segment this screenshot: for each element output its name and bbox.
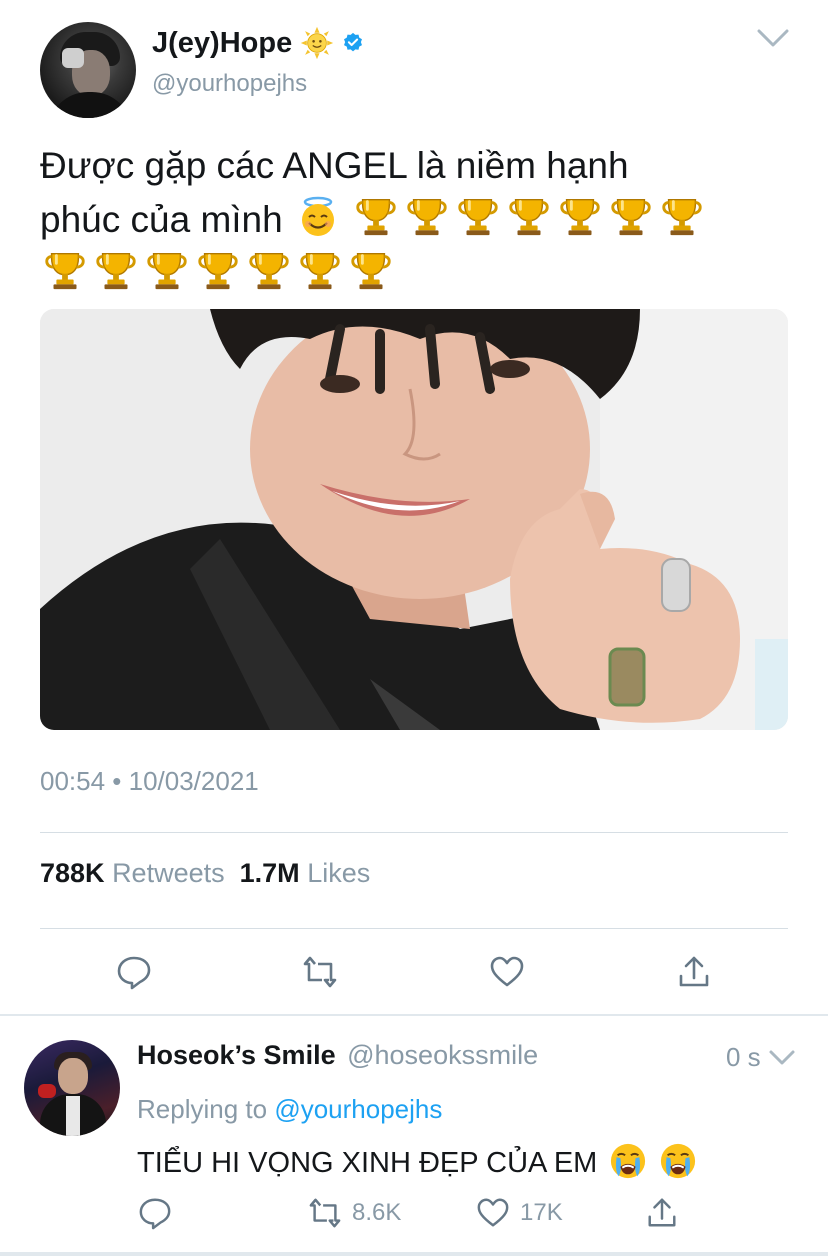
trophy-icon [659,192,705,238]
loudly-crying-face-icon [609,1142,647,1180]
likes-count: 1.7M [239,858,300,888]
reply-retweet-button[interactable]: 8.6K [308,1196,401,1230]
reply-author-handle[interactable]: @hoseokssmile [347,1040,538,1070]
trophy-icon [246,246,292,292]
share-icon [648,1198,676,1227]
retweets-stat[interactable]: 788K Retweets [40,858,225,888]
reply-author-name[interactable]: Hoseok’s Smile [137,1040,336,1070]
reply-icon [139,1198,171,1230]
like-icon[interactable] [489,954,525,990]
sun-with-face-icon [301,26,334,60]
reply-author-row: Hoseok’s Smile @hoseokssmile [137,1040,538,1071]
likes-stat[interactable]: 1.7M Likes [240,858,371,888]
chevron-down-icon[interactable] [768,1048,796,1068]
trophy-icon [353,192,399,238]
like-icon [477,1198,509,1227]
divider [40,832,788,833]
trophy-icon [42,246,88,292]
reply-share-button[interactable] [645,1196,679,1230]
tweet-text-line-2: phúc của mình [40,199,283,240]
trophy-icon [455,192,501,238]
section-divider [0,1014,828,1016]
reply-retweet-count: 8.6K [352,1199,402,1226]
smiling-face-with-halo-icon [302,196,334,236]
reply-like-button[interactable]: 17K [476,1196,563,1230]
retweet-icon [309,1198,341,1228]
trophy-icon [195,246,241,292]
replying-to-prefix: Replying to [137,1094,268,1124]
trophy-icon [93,246,139,292]
author-name-row: J(ey)Hope [152,26,364,60]
loudly-crying-face-icon [659,1142,697,1180]
share-icon[interactable] [676,954,712,990]
retweets-label: Retweets [112,858,225,888]
reply-like-count: 17K [520,1199,563,1226]
likes-label: Likes [307,858,371,888]
tweet-timestamp[interactable]: 00:54 • 10/03/2021 [40,766,259,797]
replying-to-line: Replying to @yourhopejhs [137,1094,442,1125]
tweet-stats: 788K Retweets 1.7M Likes [40,858,370,889]
trophy-icon [348,246,394,292]
author-display-name[interactable]: J(ey)Hope [152,27,292,60]
trophy-icon [557,192,603,238]
trophy-icon [144,246,190,292]
reply-reply-button[interactable] [138,1196,172,1230]
retweets-count: 788K [40,858,105,888]
tweet-photo[interactable] [40,309,788,730]
reply-author-avatar[interactable] [24,1040,120,1136]
tweet-detail-screen: J(ey)Hope @yourhopejhs Được gặp các ANGE… [0,0,828,1256]
reply-text-content: TIỂU HI VỌNG XINH ĐẸP CỦA EM [137,1147,598,1179]
retweet-icon[interactable] [302,954,338,990]
tweet-text-line-1: Được gặp các ANGEL là niềm hạnh [40,145,629,186]
trophy-icon [404,192,450,238]
reply-text: TIỂU HI VỌNG XINH ĐẸP CỦA EM [137,1142,697,1180]
divider [40,928,788,929]
trophy-icon [297,246,343,292]
reply-time: 0 s [726,1042,761,1072]
author-avatar[interactable] [40,22,136,118]
tweet-text: Được gặp các ANGEL là niềm hạnh phúc của… [40,140,800,300]
trophy-icon [506,192,552,238]
trophy-icon [608,192,654,238]
reply-icon[interactable] [116,954,152,990]
bottom-divider [0,1252,828,1256]
chevron-down-icon[interactable] [756,26,790,50]
replying-to-mention[interactable]: @yourhopejhs [274,1094,442,1124]
author-handle[interactable]: @yourhopejhs [152,70,307,98]
verified-badge-icon [344,32,363,52]
